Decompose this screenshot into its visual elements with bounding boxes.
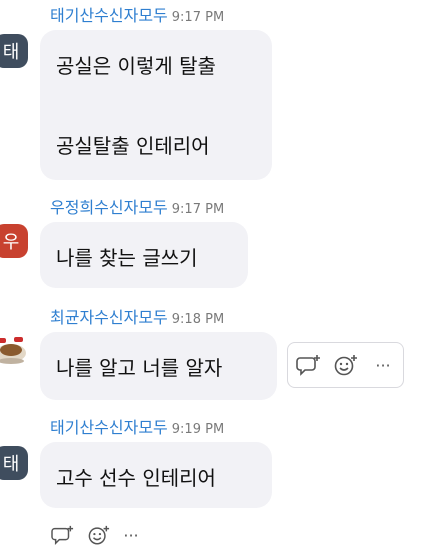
avatar-initial: 우: [2, 232, 20, 253]
message-bubble[interactable]: 나를 찾는 글쓰기: [40, 222, 248, 288]
message-header: 우정희수신자모두 9:17 PM: [50, 198, 224, 220]
sender-name[interactable]: 태기산: [50, 6, 94, 25]
recipient-scope: 수신자모두: [94, 418, 168, 437]
recipient-scope: 수신자모두: [94, 198, 168, 217]
react-button[interactable]: [86, 520, 112, 550]
reply-button[interactable]: [294, 351, 324, 379]
emoji-plus-icon: [88, 525, 110, 545]
avatar[interactable]: 우: [0, 224, 28, 258]
message-text: 나를 찾는 글쓰기: [56, 246, 198, 270]
reply-plus-icon: [51, 525, 74, 546]
reply-plus-icon: [296, 355, 320, 376]
more-horizontal-icon: ···: [123, 525, 139, 545]
message-text: 공실탈출 인테리어: [56, 134, 210, 158]
message-text: 나를 알고 너를 알자: [56, 356, 223, 380]
message-inline-actions: ···: [50, 520, 170, 550]
message-header: 최균자수신자모두 9:18 PM: [50, 308, 224, 330]
avatar-image: [0, 337, 26, 364]
emoji-plus-icon: [334, 355, 357, 376]
sender-name[interactable]: 최균자: [50, 308, 94, 327]
avatar-photo[interactable]: [0, 333, 28, 367]
avatar-initial: 태: [2, 454, 20, 475]
more-button[interactable]: ···: [368, 351, 398, 379]
recipient-scope: 수신자모두: [94, 6, 168, 25]
timestamp: 9:17 PM: [171, 10, 225, 25]
message-action-toolbar: ···: [287, 342, 404, 388]
message-bubble[interactable]: 고수 선수 인테리어: [40, 442, 272, 508]
avatar[interactable]: 태: [0, 34, 28, 68]
message-text: 고수 선수 인테리어: [56, 466, 216, 490]
timestamp: 9:18 PM: [171, 312, 225, 327]
message-text: 공실은 이렇게 탈출: [56, 54, 216, 78]
sender-name[interactable]: 태기산: [50, 418, 94, 437]
react-button[interactable]: [331, 351, 361, 379]
recipient-scope: 수신자모두: [94, 308, 168, 327]
message-header: 태기산수신자모두 9:17 PM: [50, 6, 224, 28]
sender-name[interactable]: 우정희: [50, 198, 94, 217]
timestamp: 9:19 PM: [171, 422, 225, 437]
message-header: 태기산수신자모두 9:19 PM: [50, 418, 224, 440]
more-button[interactable]: ···: [118, 520, 144, 550]
avatar[interactable]: 태: [0, 446, 28, 480]
reply-button[interactable]: [50, 520, 76, 550]
message-bubble[interactable]: 공실은 이렇게 탈출 공실탈출 인테리어: [40, 30, 272, 180]
message-bubble[interactable]: 나를 알고 너를 알자: [40, 332, 277, 400]
timestamp: 9:17 PM: [171, 202, 225, 217]
avatar-initial: 태: [2, 42, 20, 63]
more-horizontal-icon: ···: [375, 355, 391, 375]
